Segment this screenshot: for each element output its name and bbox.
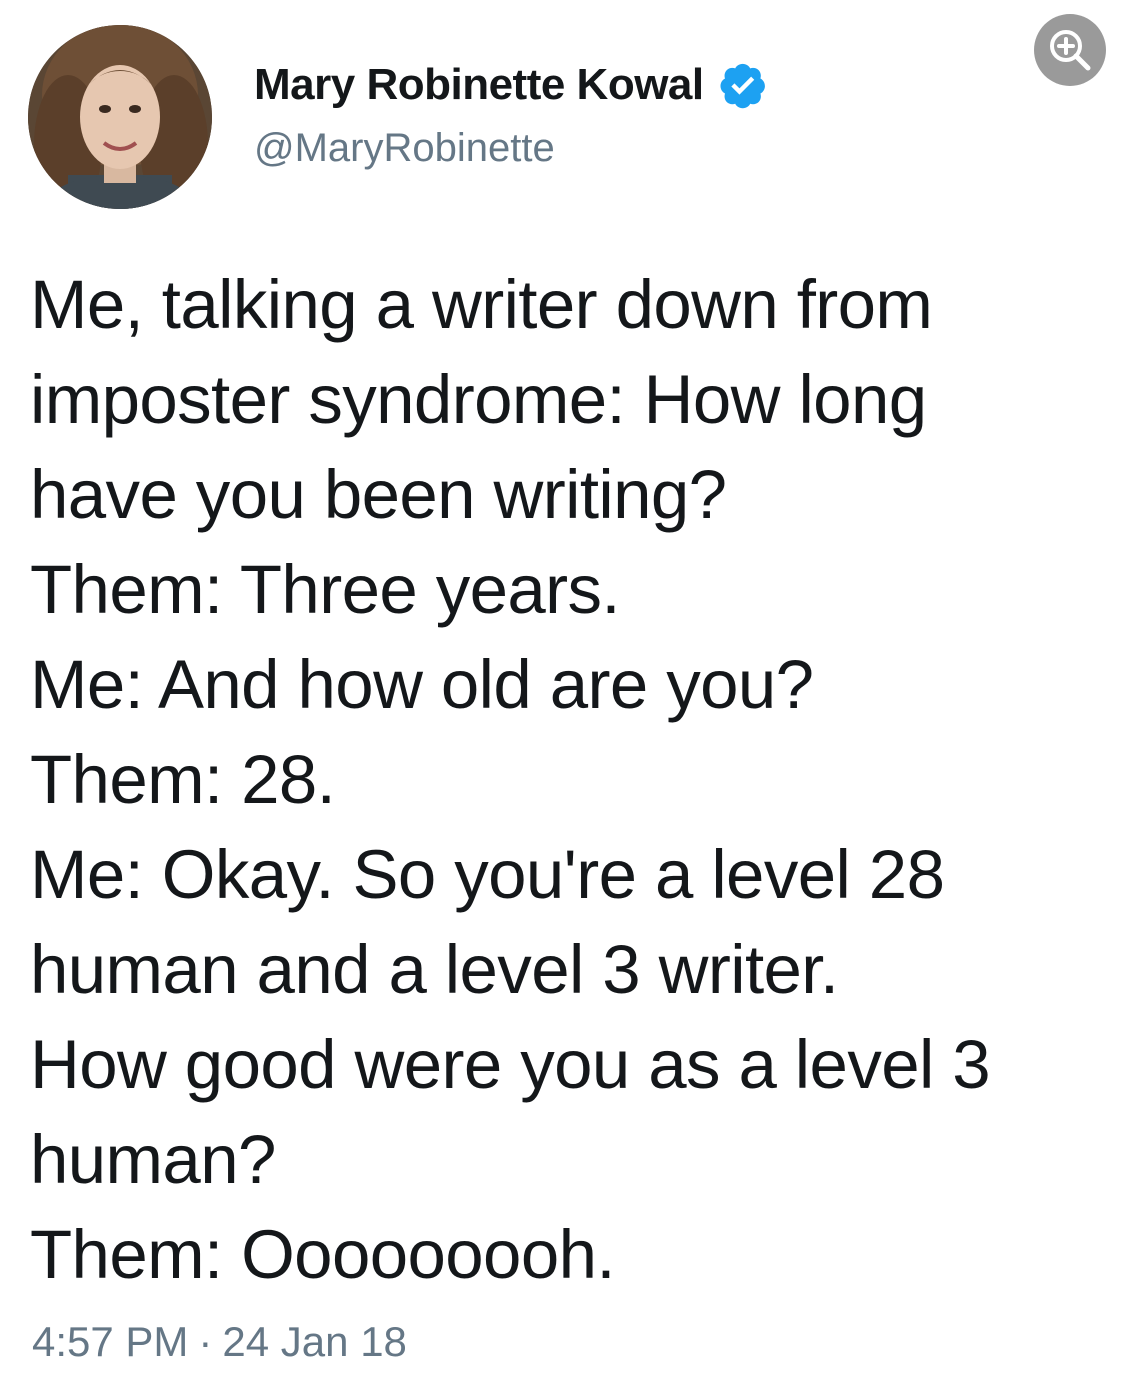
tweet-line: human and a level 3 writer. — [30, 931, 839, 1008]
tweet-date: 24 Jan 18 — [222, 1318, 407, 1365]
tweet-line: Me, talking a writer down from — [30, 266, 933, 343]
user-handle[interactable]: @MaryRobinette — [254, 126, 768, 171]
tweet-line: Me: And how old are you? — [30, 646, 814, 723]
tweet-line: have you been writing? — [30, 456, 727, 533]
tweet-text: Me, talking a writer down from imposter … — [30, 257, 1100, 1302]
tweet-time: 4:57 PM — [32, 1318, 189, 1365]
display-name[interactable]: Mary Robinette Kowal — [254, 60, 704, 110]
tweet-line: Me: Okay. So you're a level 28 — [30, 836, 945, 913]
meta-separator: · — [198, 1318, 213, 1365]
tweet-line: Them: Ooooooooh. — [30, 1216, 616, 1293]
verified-badge-icon — [718, 60, 768, 110]
author-block: Mary Robinette Kowal @MaryRobinette — [254, 58, 768, 171]
zoom-in-icon — [1050, 30, 1091, 71]
tweet-timestamp[interactable]: 4:57 PM · 24 Jan 18 — [32, 1318, 407, 1366]
name-row: Mary Robinette Kowal — [254, 58, 768, 112]
tweet-line: human? — [30, 1121, 276, 1198]
tweet-line: Them: 28. — [30, 741, 336, 818]
tweet-line: Them: Three years. — [30, 551, 621, 628]
tweet-card: Mary Robinette Kowal @MaryRobinette Me, … — [0, 0, 1126, 1374]
tweet-line: How good were you as a level 3 — [30, 1026, 991, 1103]
avatar-photo — [28, 25, 212, 209]
zoom-in-button[interactable] — [1034, 14, 1106, 86]
tweet-line: imposter syndrome: How long — [30, 361, 927, 438]
avatar[interactable] — [28, 25, 212, 209]
